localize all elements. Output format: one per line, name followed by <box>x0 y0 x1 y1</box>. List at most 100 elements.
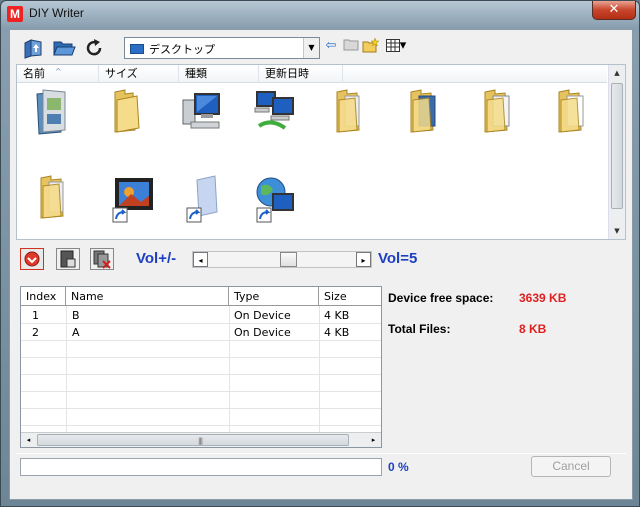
user-folder-item[interactable] <box>29 86 77 138</box>
folder-item[interactable] <box>547 86 595 138</box>
empty-row <box>21 409 381 426</box>
computer-icon <box>182 93 220 129</box>
scroll-thumb[interactable] <box>611 83 623 209</box>
clear-button[interactable] <box>90 248 114 270</box>
total-files-value: 8 KB <box>519 322 547 336</box>
header-index[interactable]: Index <box>21 287 66 306</box>
icon-grid <box>17 84 607 239</box>
folder-item[interactable] <box>29 172 77 224</box>
progress-percent: 0 % <box>388 460 409 474</box>
cell-name: B <box>72 309 80 322</box>
window-title: DIY Writer <box>29 6 84 20</box>
refresh-button[interactable] <box>82 37 106 59</box>
internet-shortcut-icon <box>256 177 294 223</box>
table-header: Index Name Type Size <box>21 287 381 306</box>
scroll-left-arrow[interactable]: ◂ <box>21 433 36 447</box>
parent-folder-button[interactable] <box>342 37 360 55</box>
total-files-label: Total Files: <box>388 322 451 336</box>
user-folder-icon <box>36 89 66 135</box>
volume-label: Vol+/- <box>136 250 177 267</box>
new-folder-icon <box>362 37 380 53</box>
progress-bar <box>20 458 382 476</box>
empty-row <box>21 358 381 375</box>
empty-row <box>21 375 381 392</box>
document-shortcut-item[interactable] <box>181 172 229 224</box>
folder-up-icon <box>343 39 359 51</box>
scroll-down-arrow[interactable]: ▼ <box>609 223 625 239</box>
cancel-button[interactable]: Cancel <box>531 456 611 477</box>
up-folder-button[interactable] <box>22 37 46 59</box>
table-horizontal-scrollbar[interactable]: ◂ ||| ▸ <box>21 432 381 447</box>
scroll-grip: ||| <box>198 437 203 445</box>
folder-doc-icon <box>558 89 584 133</box>
volume-slider-thumb[interactable] <box>280 252 297 267</box>
refresh-icon <box>86 39 102 56</box>
network-icon <box>254 91 294 130</box>
volume-up-arrow[interactable]: ▸ <box>356 252 371 267</box>
computer-item[interactable] <box>177 86 225 138</box>
browser-vertical-scrollbar[interactable]: ▲ ▼ <box>608 65 625 239</box>
app-icon: M <box>7 6 23 22</box>
desktop-icon <box>130 44 144 54</box>
toolbar: デスクトップ ▼ ⇦ ▾ <box>18 34 626 62</box>
volume-bar: Vol+/- ◂ ▸ Vol=5 <box>16 244 626 274</box>
folder-item[interactable] <box>399 86 447 138</box>
folder-doc-icon <box>410 89 436 133</box>
folder-doc-icon <box>40 175 64 219</box>
view-menu-button[interactable]: ▾ <box>382 37 410 55</box>
volume-slider[interactable]: ◂ ▸ <box>192 251 372 268</box>
free-space-label: Device free space: <box>388 291 494 305</box>
video-shortcut-icon <box>112 178 153 223</box>
documents-clear-icon <box>93 250 111 269</box>
internet-shortcut-item[interactable] <box>251 172 299 224</box>
view-menu-arrow: ▾ <box>399 38 407 53</box>
cell-type: On Device <box>234 309 291 322</box>
folder-doc-icon <box>484 89 510 133</box>
free-space-value: 3639 KB <box>519 291 567 305</box>
browser-column-header: 名前 ^ サイズ 種類 更新日時 <box>17 65 607 83</box>
volume-down-arrow[interactable]: ◂ <box>193 252 208 267</box>
cell-type: On Device <box>234 326 291 339</box>
video-shortcut-item[interactable] <box>107 172 155 224</box>
scroll-thumb[interactable]: ||| <box>37 434 349 446</box>
table-row[interactable]: 2 A On Device 4 KB <box>21 324 381 341</box>
folder-icon <box>114 89 140 133</box>
device-file-table: Index Name Type Size 1 B On Device 4 KB … <box>20 286 382 448</box>
delete-button[interactable] <box>56 248 80 270</box>
write-button[interactable] <box>20 248 44 270</box>
document-shortcut-icon <box>186 175 218 223</box>
folder-item[interactable] <box>325 86 373 138</box>
combo-dropdown-arrow[interactable]: ▼ <box>303 38 319 58</box>
document-delete-icon <box>60 250 76 268</box>
sort-ascending-icon: ^ <box>55 67 62 76</box>
scroll-up-arrow[interactable]: ▲ <box>609 65 625 81</box>
up-folder-icon <box>24 39 42 59</box>
table-row[interactable]: 1 B On Device 4 KB <box>21 307 381 324</box>
header-type[interactable]: Type <box>229 287 319 306</box>
scroll-right-arrow[interactable]: ▸ <box>366 433 381 447</box>
close-button[interactable]: ✕ <box>592 1 636 20</box>
column-modified[interactable]: 更新日時 <box>259 65 343 83</box>
new-folder-button[interactable] <box>362 37 380 55</box>
cell-name: A <box>72 326 80 339</box>
back-button[interactable]: ⇦ <box>322 37 340 55</box>
cell-index: 2 <box>32 326 39 339</box>
location-combo[interactable]: デスクトップ ▼ <box>124 37 320 59</box>
column-type[interactable]: 種類 <box>179 65 259 83</box>
open-folder-icon <box>53 41 76 56</box>
header-size[interactable]: Size <box>319 287 381 306</box>
folder-item[interactable] <box>103 86 151 138</box>
header-name[interactable]: Name <box>66 287 229 306</box>
column-name-label: 名前 <box>23 67 45 80</box>
network-item[interactable] <box>251 86 299 138</box>
volume-value: Vol=5 <box>378 250 418 267</box>
column-name[interactable]: 名前 ^ <box>17 65 99 83</box>
column-size[interactable]: サイズ <box>99 65 179 83</box>
view-grid-icon <box>385 39 400 52</box>
open-folder-button[interactable] <box>52 37 76 59</box>
cell-size: 4 KB <box>324 309 350 322</box>
empty-row <box>21 341 381 358</box>
title-bar[interactable]: M DIY Writer ✕ <box>1 1 639 27</box>
folder-item[interactable] <box>473 86 521 138</box>
location-value: デスクトップ <box>149 43 215 56</box>
